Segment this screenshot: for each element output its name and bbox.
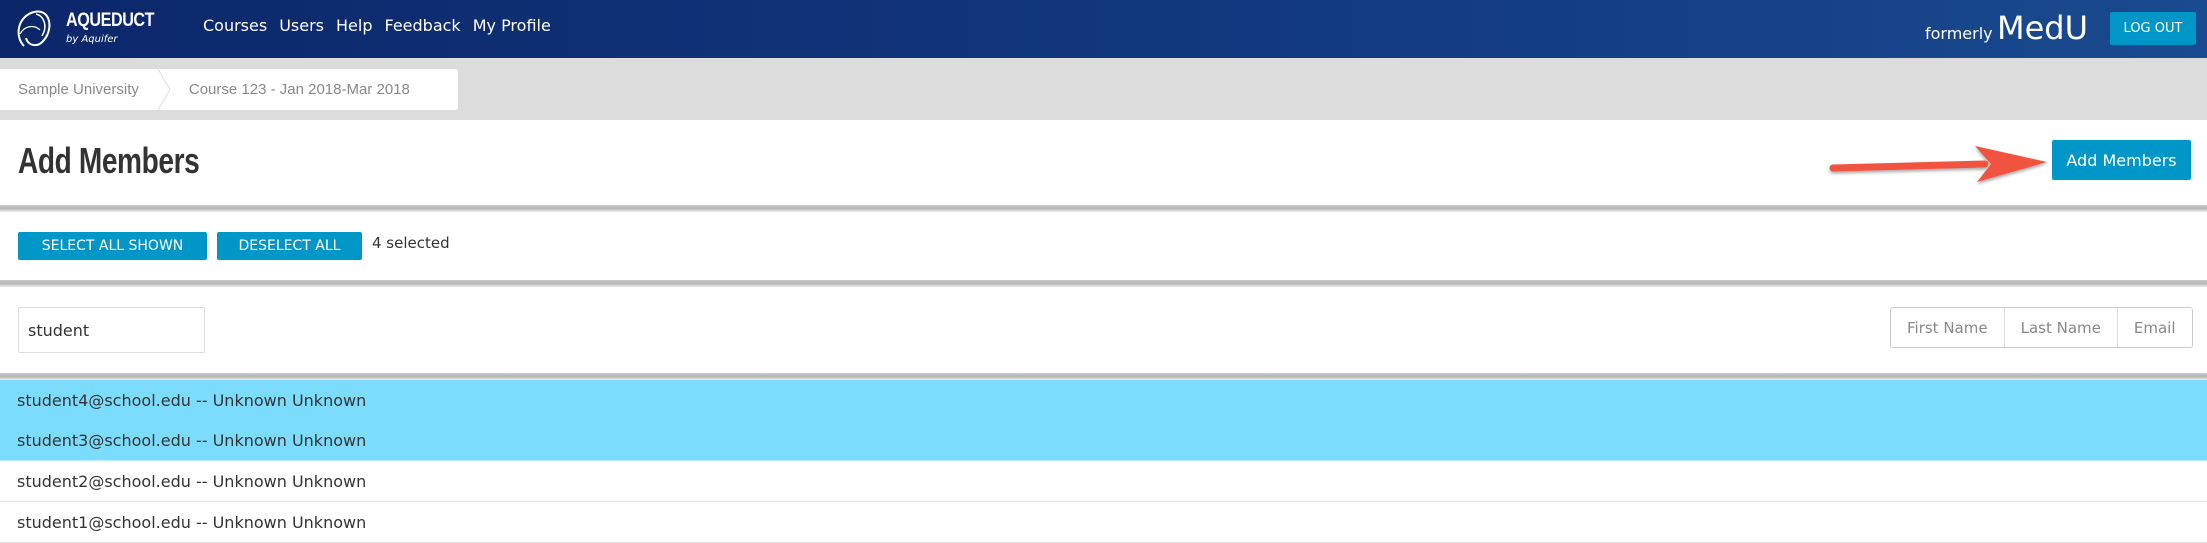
page-title: Add Members (18, 140, 200, 181)
sort-email-button[interactable]: Email (2116, 308, 2192, 347)
breadcrumb-course[interactable]: Course 123 - Jan 2018-Mar 2018 (171, 81, 428, 98)
logo-subtitle: by Aquifer (66, 34, 118, 45)
breadcrumb: Sample University Course 123 - Jan 2018-… (0, 69, 458, 110)
logout-button[interactable]: LOG OUT (2110, 12, 2196, 45)
logo-swirl-icon (17, 10, 51, 47)
section-divider (0, 280, 2207, 287)
top-navbar: AQUEDUCT by Aquifer Courses Users Help F… (0, 0, 2207, 58)
sort-last-name-button[interactable]: Last Name (2003, 308, 2117, 347)
breadcrumb-separator-icon (157, 69, 171, 110)
selected-count: 4 selected (372, 234, 450, 252)
nav-users[interactable]: Users (279, 16, 324, 35)
nav-my-profile[interactable]: My Profile (473, 16, 551, 35)
breadcrumb-university[interactable]: Sample University (0, 81, 157, 98)
section-divider (0, 373, 2207, 380)
select-all-shown-button[interactable]: SELECT ALL SHOWN (18, 232, 207, 260)
member-row[interactable]: student4@school.edu -- Unknown Unknown (0, 380, 2207, 421)
sort-first-name-button[interactable]: First Name (1891, 308, 2004, 347)
breadcrumb-bar: Sample University Course 123 - Jan 2018-… (0, 58, 2207, 120)
add-members-button[interactable]: Add Members (2052, 140, 2191, 180)
member-row[interactable]: student3@school.edu -- Unknown Unknown (0, 420, 2207, 461)
annotation-arrow-icon (1829, 146, 2047, 182)
sort-button-group: First Name Last Name Email (1890, 307, 2193, 348)
main-nav: Courses Users Help Feedback My Profile (203, 16, 551, 35)
logo-name: AQUEDUCT (66, 10, 155, 31)
nav-help[interactable]: Help (336, 16, 372, 35)
member-row[interactable]: student1@school.edu -- Unknown Unknown (0, 502, 2207, 543)
deselect-all-button[interactable]: DESELECT ALL (217, 232, 362, 260)
nav-feedback[interactable]: Feedback (385, 16, 461, 35)
search-input[interactable] (18, 307, 205, 353)
section-divider (0, 205, 2207, 212)
aqueduct-logo[interactable]: AQUEDUCT by Aquifer (14, 6, 155, 52)
nav-courses[interactable]: Courses (203, 16, 267, 35)
member-row[interactable]: student2@school.edu -- Unknown Unknown (0, 461, 2207, 502)
formerly-label: formerly (1925, 24, 1993, 43)
medu-brand: MedU (1997, 9, 2089, 47)
